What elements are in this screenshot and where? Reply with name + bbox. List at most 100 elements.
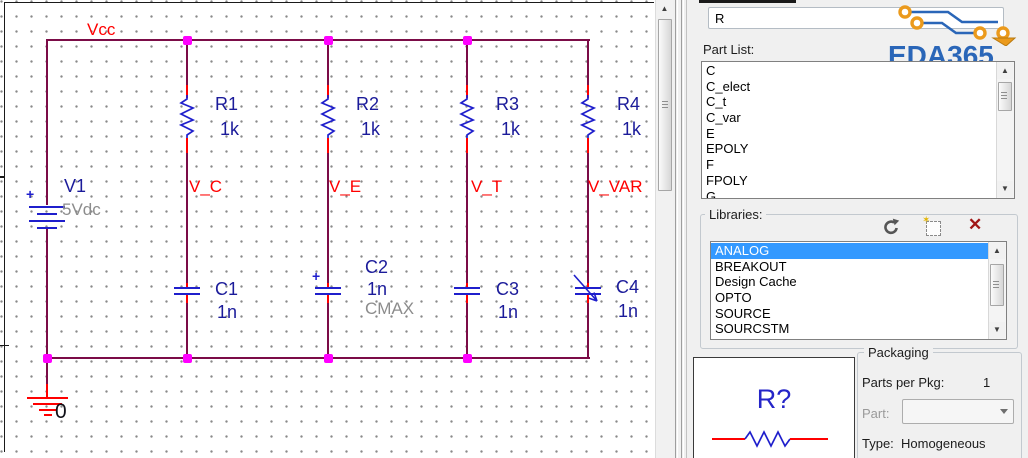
wire[interactable] xyxy=(466,39,468,86)
list-item[interactable]: SOURCSTM xyxy=(711,321,989,337)
c2-value[interactable]: 1n xyxy=(367,279,387,300)
delete-library-icon[interactable]: ✕ xyxy=(968,215,982,235)
scrollbar-thumb[interactable] xyxy=(658,19,672,191)
v1-value[interactable]: 5Vdc xyxy=(62,200,101,220)
c2-ref[interactable]: C2 xyxy=(365,257,388,278)
ground-symbol[interactable] xyxy=(39,409,56,411)
part-list[interactable]: C C_elect C_t C_var E EPOLY F FPOLY G ▲ ▼ xyxy=(701,61,1015,199)
r4-ref[interactable]: R4 xyxy=(617,94,640,115)
resistor-pin[interactable] xyxy=(587,138,589,154)
list-item[interactable]: F xyxy=(702,157,997,173)
scroll-down-icon[interactable]: ▼ xyxy=(997,181,1013,197)
wire[interactable] xyxy=(587,303,589,359)
c1-value[interactable]: 1n xyxy=(217,302,237,323)
scrollbar-thumb[interactable] xyxy=(990,264,1004,306)
v1-ref[interactable]: V1 xyxy=(64,176,86,197)
wire[interactable] xyxy=(466,153,468,284)
list-item[interactable]: C_elect xyxy=(702,79,997,95)
ground-pin[interactable] xyxy=(46,384,48,397)
panel-splitter[interactable] xyxy=(673,0,688,458)
wire[interactable] xyxy=(587,39,589,86)
wire-v1-bottom[interactable] xyxy=(46,229,48,359)
wire[interactable] xyxy=(327,303,329,359)
ground-symbol[interactable] xyxy=(44,414,52,416)
resistor-pin[interactable] xyxy=(186,138,188,154)
net-label-vc[interactable]: V_C xyxy=(189,177,222,197)
c4-value[interactable]: 1n xyxy=(618,301,638,322)
ground-symbol[interactable] xyxy=(27,397,68,399)
page-border-left xyxy=(4,2,5,452)
list-item[interactable]: BREAKOUT xyxy=(711,259,989,275)
parts-per-pkg-value: 1 xyxy=(983,375,991,390)
wire[interactable] xyxy=(186,303,188,359)
r3-ref[interactable]: R3 xyxy=(496,94,519,115)
resistor-symbol-r4[interactable] xyxy=(580,94,596,140)
splitter-line xyxy=(681,0,682,458)
wire[interactable] xyxy=(327,39,329,86)
resistor-pin[interactable] xyxy=(327,138,329,154)
ruler-tick xyxy=(0,345,9,346)
new-library-icon[interactable]: ✶ xyxy=(922,215,941,236)
c3-value[interactable]: 1n xyxy=(498,302,518,323)
scroll-up-icon[interactable]: ▲ xyxy=(656,1,673,17)
scrollbar-thumb[interactable] xyxy=(998,82,1012,111)
list-item[interactable]: ANALOG xyxy=(711,243,989,259)
schematic-vertical-scrollbar[interactable]: ▲ xyxy=(655,0,673,458)
list-item[interactable]: G xyxy=(702,189,997,199)
r4-value[interactable]: 1k xyxy=(622,119,641,140)
capacitor-symbol-c3[interactable] xyxy=(454,287,480,289)
scroll-down-icon[interactable]: ▼ xyxy=(989,322,1005,338)
r1-value[interactable]: 1k xyxy=(220,119,239,140)
list-item[interactable]: Design Cache xyxy=(711,274,989,290)
list-item[interactable]: OPTO xyxy=(711,290,989,306)
wire-vcc-rail[interactable] xyxy=(46,39,590,41)
v1-battery-symbol[interactable] xyxy=(29,220,65,222)
net-label-vt[interactable]: V_T xyxy=(471,177,502,197)
capacitor-symbol-c1[interactable] xyxy=(174,287,200,289)
list-item[interactable]: FPOLY xyxy=(702,173,997,189)
v1-battery-symbol[interactable] xyxy=(37,213,57,215)
splitter-line xyxy=(675,0,676,458)
ground-label[interactable]: 0 xyxy=(55,400,67,424)
part-combobox[interactable] xyxy=(902,399,1014,424)
wire[interactable] xyxy=(186,153,188,284)
net-label-vvar[interactable]: V_VAR xyxy=(588,177,643,197)
libraries-scrollbar[interactable]: ▲ ▼ xyxy=(988,242,1006,339)
c3-ref[interactable]: C3 xyxy=(496,279,519,300)
scroll-up-icon[interactable]: ▲ xyxy=(989,243,1005,259)
refresh-icon[interactable] xyxy=(882,218,900,236)
v1-battery-symbol[interactable] xyxy=(29,206,65,208)
resistor-symbol-r3[interactable] xyxy=(459,94,475,140)
wire[interactable] xyxy=(466,303,468,359)
list-item[interactable]: EPOLY xyxy=(702,141,997,157)
list-item[interactable]: C_t xyxy=(702,94,997,110)
resistor-symbol-r2[interactable] xyxy=(320,94,336,140)
resistor-pin[interactable] xyxy=(466,138,468,154)
wire[interactable] xyxy=(186,39,188,86)
c2-tolerance[interactable]: CMAX xyxy=(365,299,414,319)
libraries-list[interactable]: ANALOG BREAKOUT Design Cache OPTO SOURCE SOUR… xyxy=(710,241,1007,340)
c4-ref[interactable]: C4 xyxy=(616,277,639,298)
part-preview: R? xyxy=(693,357,855,458)
wire[interactable] xyxy=(327,153,329,284)
wire[interactable] xyxy=(587,153,589,284)
list-item[interactable]: C xyxy=(702,63,997,79)
wire-v1-top[interactable] xyxy=(46,39,48,205)
schematic-canvas[interactable]: + + Vcc V1 5Vdc R1 1k R2 1k R3 1k R4 1k … xyxy=(0,0,655,458)
part-list-scrollbar[interactable]: ▲ ▼ xyxy=(996,62,1014,198)
list-item[interactable]: E xyxy=(702,126,997,142)
resistor-symbol-r1[interactable] xyxy=(179,94,195,140)
wire-gnd-rail[interactable] xyxy=(46,357,590,359)
c1-ref[interactable]: C1 xyxy=(215,279,238,300)
net-label-vcc[interactable]: Vcc xyxy=(87,20,115,40)
r2-value[interactable]: 1k xyxy=(361,119,380,140)
capacitor-symbol-c2[interactable] xyxy=(315,287,341,289)
r1-ref[interactable]: R1 xyxy=(215,94,238,115)
scroll-up-icon[interactable]: ▲ xyxy=(997,63,1013,79)
net-label-ve[interactable]: V_E xyxy=(329,177,361,197)
list-item[interactable]: C_var xyxy=(702,110,997,126)
v1-plus-sign: + xyxy=(26,186,35,202)
list-item[interactable]: SOURCE xyxy=(711,306,989,322)
r3-value[interactable]: 1k xyxy=(501,119,520,140)
r2-ref[interactable]: R2 xyxy=(356,94,379,115)
